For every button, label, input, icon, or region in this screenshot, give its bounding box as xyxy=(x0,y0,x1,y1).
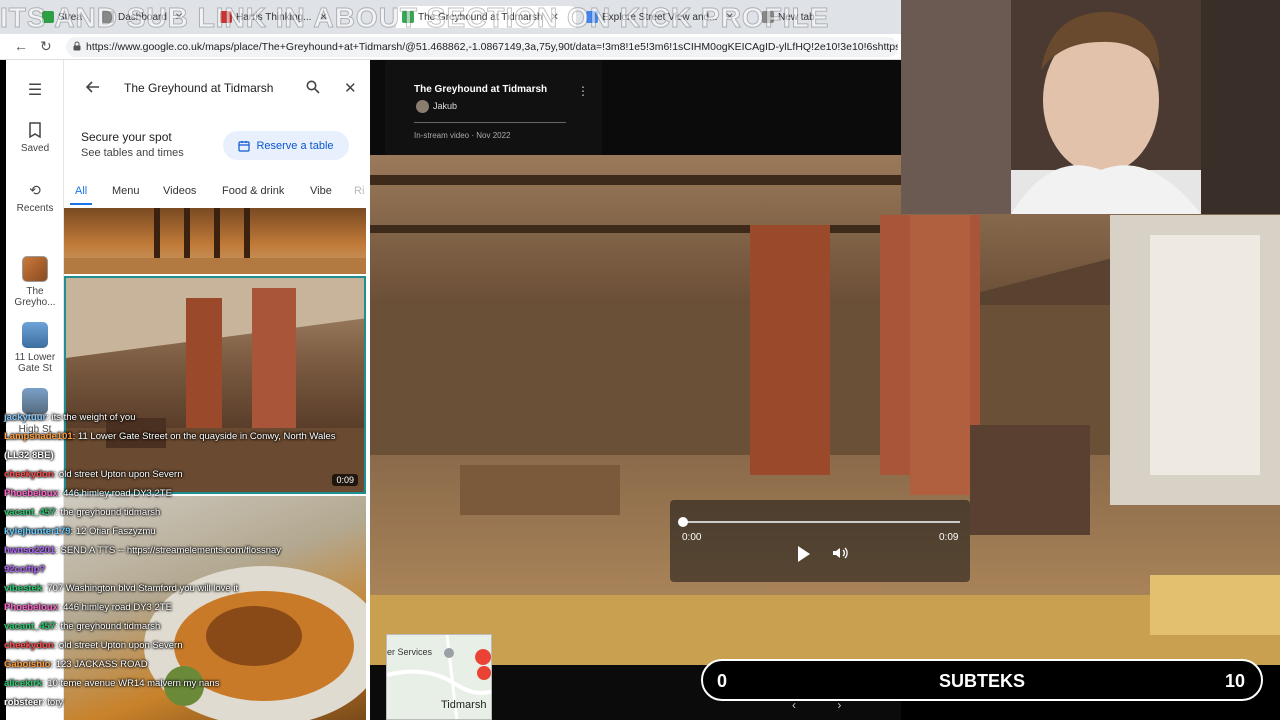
volume-icon[interactable] xyxy=(832,545,848,561)
recent-place-lower-gate[interactable]: 11 Lower Gate St xyxy=(6,322,64,374)
reserve-table-button[interactable]: Reserve a table xyxy=(223,131,349,160)
play-icon[interactable] xyxy=(797,545,811,563)
seek-handle[interactable] xyxy=(678,517,688,527)
subteks-label: SUBTEKS xyxy=(938,671,1025,691)
video-title: The Greyhound at Tidmarsh xyxy=(414,84,548,95)
header-divider xyxy=(414,122,566,123)
total-time: 0:09 xyxy=(939,532,959,543)
current-time: 0:00 xyxy=(682,532,702,543)
webcam-feed xyxy=(901,0,1280,214)
tab-menu[interactable]: Menu xyxy=(112,185,140,197)
place-label: Greyho... xyxy=(14,297,56,308)
close-icon[interactable]: ✕ xyxy=(344,79,357,97)
stream-banner-text: ITS AND SUB LINK IN ABOUT SECTION ON KIC… xyxy=(0,2,830,34)
video-controls: 0:00 0:09 xyxy=(670,500,970,582)
place-thumbnail xyxy=(22,388,48,414)
secure-spot-subtitle: See tables and times xyxy=(81,147,184,159)
recent-place-greyhound[interactable]: The Greyho... xyxy=(6,256,64,308)
minimap[interactable]: er Services Tidmarsh xyxy=(386,634,492,720)
calendar-icon xyxy=(238,140,251,152)
url-field[interactable]: https://www.google.co.uk/maps/place/The+… xyxy=(66,37,898,57)
screen: Strea Dashboard ✕ Harris Thinking... ✕ T… xyxy=(0,0,1280,720)
subteks-counter: 0 SUBTEKS 10 xyxy=(701,659,1263,701)
recents-button[interactable]: ⟲ Recents xyxy=(6,182,64,214)
saved-label: Saved xyxy=(20,143,50,154)
place-tabs: All Menu Videos Food & drink Vibe Ri xyxy=(64,182,370,205)
tab-food-drink[interactable]: Food & drink xyxy=(222,185,284,197)
recent-place-high-st[interactable]: High St xyxy=(6,388,64,435)
place-label: 11 Lower xyxy=(14,352,56,363)
reserve-table-label: Reserve a table xyxy=(256,139,334,152)
minimap-place-label: Tidmarsh xyxy=(441,699,487,711)
video-duration-badge: 0:09 xyxy=(332,474,358,486)
photo-tile-bar[interactable] xyxy=(64,208,366,274)
back-arrow-icon[interactable] xyxy=(85,80,100,97)
address-bar: ← ↻ https://www.google.co.uk/maps/place/… xyxy=(0,34,901,60)
author-avatar xyxy=(416,100,429,113)
tab-videos[interactable]: Videos xyxy=(163,185,196,197)
site-info-icon[interactable] xyxy=(72,41,82,51)
place-side-panel: The Greyhound at Tidmarsh ✕ Secure your … xyxy=(64,60,370,720)
recents-label: Recents xyxy=(16,203,54,214)
active-tab-indicator xyxy=(70,203,92,205)
video-author[interactable]: Jakub xyxy=(433,101,457,111)
place-label: Gate St xyxy=(18,363,52,374)
video-tile-interior[interactable]: 0:09 xyxy=(64,276,366,494)
secure-spot-title: Secure your spot xyxy=(81,130,172,144)
saved-button[interactable]: Saved xyxy=(6,122,64,154)
video-meta: In-stream video · Nov 2022 xyxy=(414,131,511,140)
bookmark-icon xyxy=(29,122,41,139)
subteks-goal: 10 xyxy=(1224,671,1245,691)
tab-vibe[interactable]: Vibe xyxy=(310,185,332,197)
video-frame[interactable] xyxy=(370,155,1280,665)
minimap-label: er Services xyxy=(387,647,433,657)
place-thumbnail xyxy=(22,322,48,348)
place-thumbnail xyxy=(22,256,48,282)
next-icon[interactable]: › xyxy=(837,698,841,712)
menu-icon[interactable]: ☰ xyxy=(6,80,64,100)
video-header: The Greyhound at Tidmarsh Jakub In-strea… xyxy=(385,60,602,158)
place-label: The xyxy=(26,286,44,297)
place-label: High St xyxy=(18,424,52,435)
browser-tab-strip: Strea Dashboard ✕ Harris Thinking... ✕ T… xyxy=(0,0,901,34)
nav-arrows: ‹ › xyxy=(792,698,841,712)
search-input[interactable]: The Greyhound at Tidmarsh xyxy=(124,81,273,95)
search-box: The Greyhound at Tidmarsh ✕ xyxy=(78,72,358,104)
maps-left-rail: ☰ Saved ⟲ Recents The Greyho... 11 Lower… xyxy=(6,60,64,720)
more-options-icon[interactable]: ⋮ xyxy=(577,84,589,98)
seek-bar[interactable] xyxy=(682,521,960,523)
reload-icon[interactable]: ↻ xyxy=(40,38,52,55)
tab-all[interactable]: All xyxy=(75,185,87,197)
back-icon[interactable]: ← xyxy=(14,38,28,54)
photo-tile-food[interactable] xyxy=(64,496,366,720)
prev-icon[interactable]: ‹ xyxy=(792,698,796,712)
history-icon: ⟲ xyxy=(29,182,41,198)
tab-more[interactable]: Ri xyxy=(354,185,364,197)
search-icon[interactable] xyxy=(306,80,320,97)
